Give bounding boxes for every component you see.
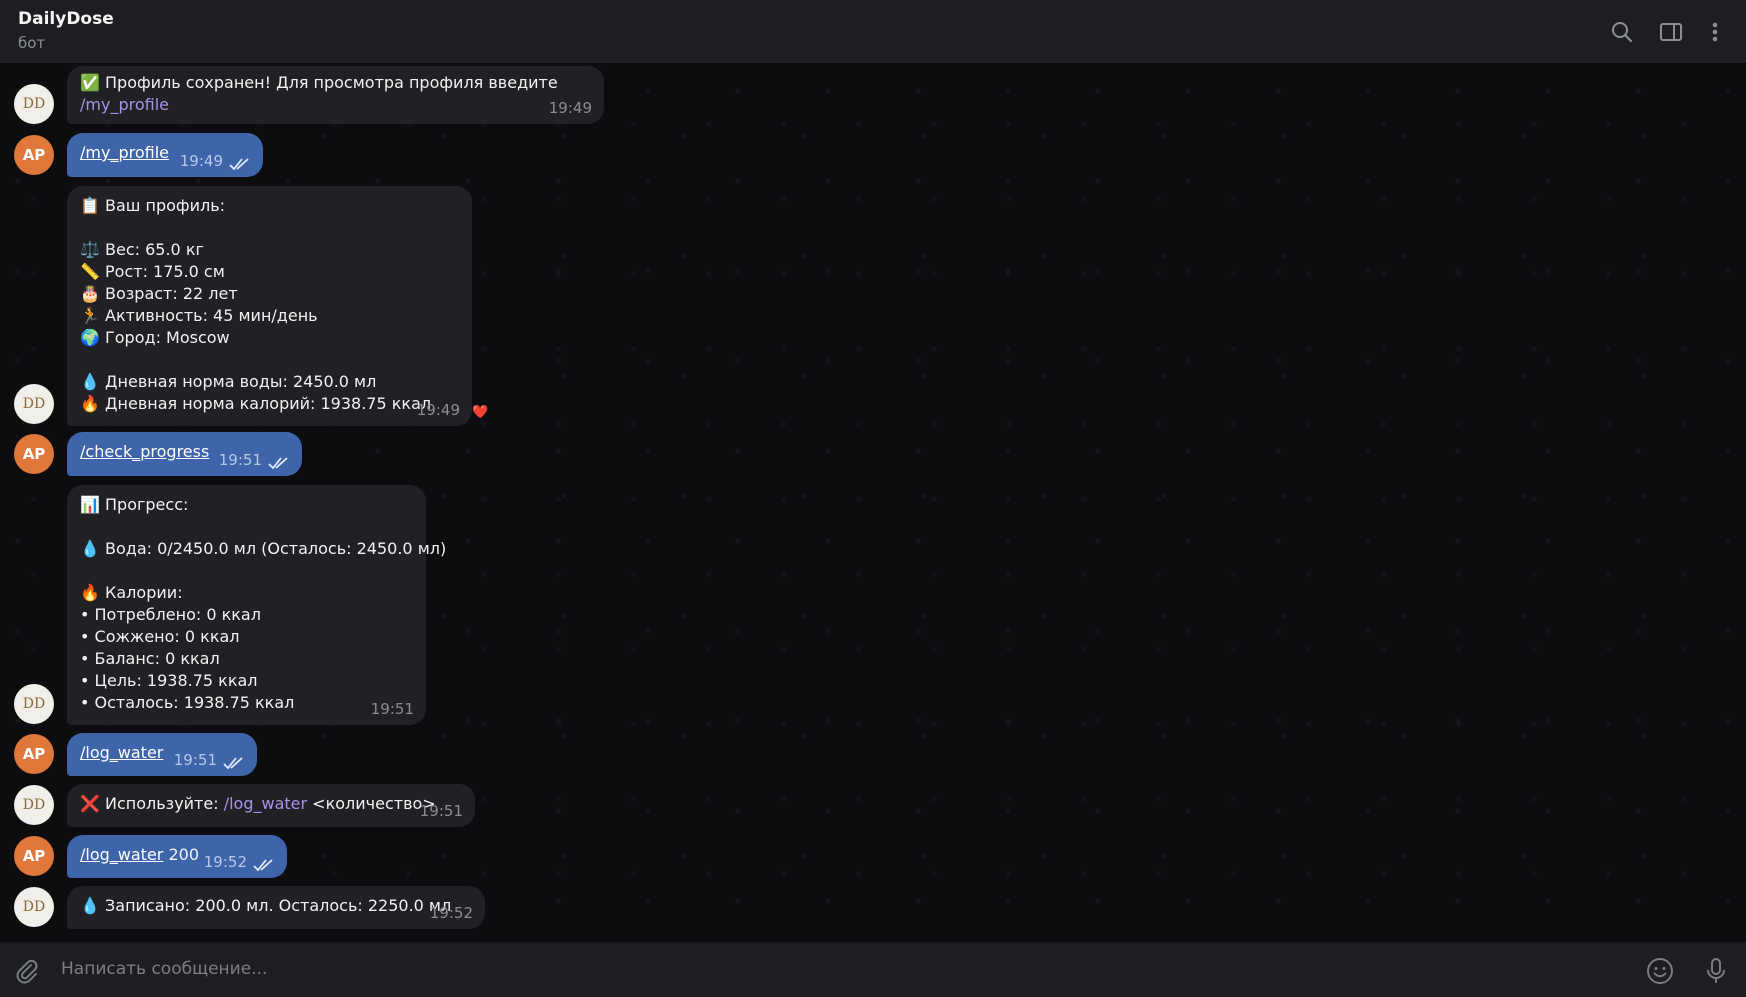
message-time: 19:51: [173, 751, 217, 769]
message-text: 📏 Рост: 175.0 см: [80, 262, 225, 281]
message-text: • Сожжено: 0 ккал: [80, 627, 240, 646]
message-bubble[interactable]: /check_progress 19:51: [67, 432, 302, 476]
command-text[interactable]: /my_profile: [80, 139, 250, 164]
message-bubble[interactable]: /log_water 200 19:52: [67, 835, 287, 878]
message-text: ❌ Используйте: /log_water <количество>: [80, 794, 436, 813]
message-time: 19:51: [419, 802, 463, 820]
message-time: 19:52: [429, 904, 473, 922]
microphone-icon[interactable]: [1701, 956, 1731, 986]
more-vertical-icon[interactable]: [1701, 18, 1729, 46]
message-time: 19:52: [203, 853, 247, 871]
message-text: 🔥 Калории:: [80, 583, 183, 602]
message-time: 19:51: [370, 700, 414, 718]
attach-icon[interactable]: [12, 956, 42, 986]
read-receipt-icon: [253, 859, 273, 872]
bot-avatar[interactable]: DD: [14, 887, 54, 927]
message-bubble[interactable]: 📋 Ваш профиль: ⚖️ Вес: 65.0 кг 📏 Рост: 1…: [67, 186, 472, 426]
message-bubble[interactable]: 📊 Прогресс: 💧 Вода: 0/2450.0 мл (Осталос…: [67, 485, 447, 725]
bot-avatar[interactable]: DD: [14, 785, 54, 825]
message-time: 19:51: [218, 451, 262, 469]
heart-reaction-icon[interactable]: ❤️: [472, 405, 488, 420]
bot-avatar[interactable]: DD: [14, 84, 54, 124]
emoji-icon[interactable]: [1645, 956, 1675, 986]
message-text: 🎂 Возраст: 22 лет: [80, 284, 238, 303]
command-link[interactable]: /my_profile: [80, 94, 591, 116]
chat-subtitle: бот: [18, 34, 46, 52]
bot-avatar[interactable]: DD: [14, 384, 54, 424]
message-text: 📊 Прогресс:: [80, 495, 189, 514]
message-time: 19:49: [548, 99, 592, 117]
message-bubble[interactable]: ❌ Используйте: /log_water <количество> 1…: [67, 784, 475, 827]
chat-title[interactable]: DailyDose: [18, 9, 114, 29]
message-text: • Потреблено: 0 ккал: [80, 605, 261, 624]
message-time: 19:49: [179, 152, 223, 170]
message-text: • Осталось: 1938.75 ккал: [80, 693, 295, 712]
sidebar-toggle-icon[interactable]: [1657, 18, 1685, 46]
message-text: 💧 Дневная норма воды: 2450.0 мл: [80, 372, 377, 391]
message-text: ⚖️ Вес: 65.0 кг: [80, 240, 204, 259]
message-time: 19:49: [416, 401, 460, 419]
command-text[interactable]: /log_water: [80, 739, 244, 764]
chat-header: DailyDose бот: [0, 0, 1746, 64]
user-avatar[interactable]: AP: [14, 434, 54, 474]
search-icon[interactable]: [1608, 18, 1636, 46]
user-avatar[interactable]: AP: [14, 836, 54, 876]
message-text: • Цель: 1938.75 ккал: [80, 671, 258, 690]
command-link[interactable]: /log_water: [224, 794, 307, 813]
message-bubble[interactable]: ✅ Профиль сохранен! Для просмотра профил…: [67, 66, 604, 124]
read-receipt-icon: [268, 457, 288, 470]
user-avatar[interactable]: AP: [14, 734, 54, 774]
message-composer: Написать сообщение...: [0, 941, 1746, 997]
message-text: 🔥 Дневная норма калорий: 1938.75 ккал: [80, 394, 432, 413]
message-text: 💧 Вода: 0/2450.0 мл (Осталось: 2450.0 мл…: [80, 539, 447, 558]
message-bubble[interactable]: /log_water 19:51: [67, 733, 257, 776]
message-text: • Баланс: 0 ккал: [80, 649, 220, 668]
message-text: ✅ Профиль сохранен! Для просмотра профил…: [80, 73, 558, 92]
message-text: 🌍 Город: Moscow: [80, 328, 230, 347]
read-receipt-icon: [229, 158, 249, 171]
message-text: 💧 Записано: 200.0 мл. Осталось: 2250.0 м…: [80, 896, 452, 915]
message-bubble[interactable]: /my_profile 19:49: [67, 133, 263, 177]
read-receipt-icon: [223, 757, 243, 770]
message-text: 📋 Ваш профиль:: [80, 196, 226, 215]
message-text: 🏃 Активность: 45 мин/день: [80, 306, 318, 325]
bot-avatar[interactable]: DD: [14, 684, 54, 724]
message-input[interactable]: Написать сообщение...: [61, 959, 267, 979]
message-bubble[interactable]: 💧 Записано: 200.0 мл. Осталось: 2250.0 м…: [67, 886, 485, 929]
command-link[interactable]: /log_water: [80, 845, 163, 864]
message-list[interactable]: DD ✅ Профиль сохранен! Для просмотра про…: [0, 64, 1746, 941]
user-avatar[interactable]: AP: [14, 135, 54, 175]
